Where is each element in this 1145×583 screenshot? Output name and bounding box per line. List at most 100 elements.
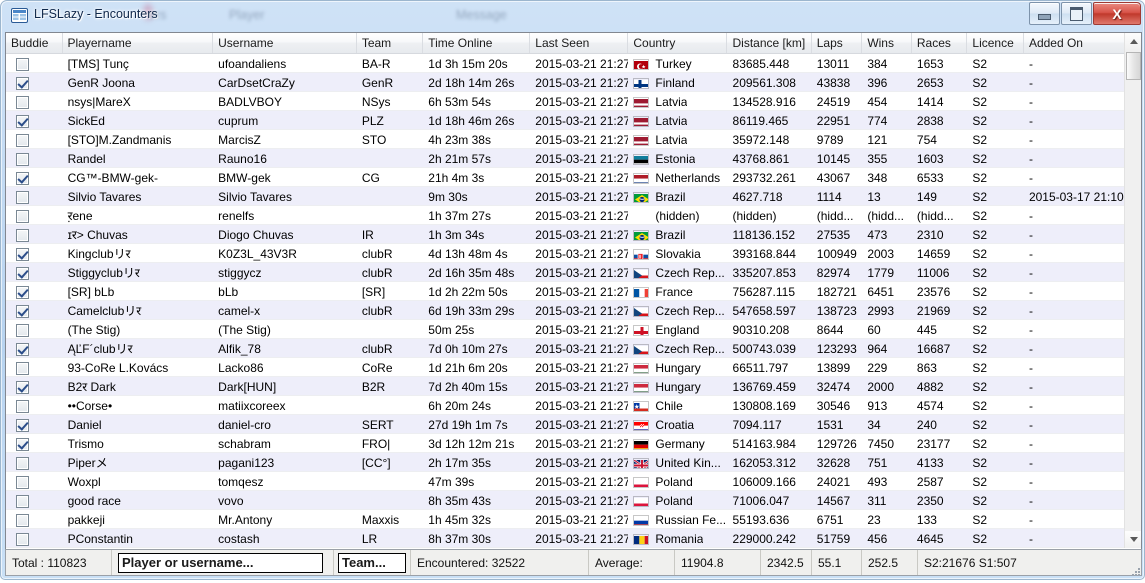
table-row[interactable]: [SR] bLb bLb [SR] 1d 2h 22m 50s 2015-03-21 2… — [6, 282, 1126, 301]
table-row[interactable]: Trismo schabram FRO| 3d 12h 12m 21s 2015-03-… — [6, 434, 1126, 453]
table-row[interactable]: र̣ene renelfs 1h 37m 27s 2015-03-21 21:27 (h… — [6, 206, 1126, 225]
column-header-time[interactable]: Time Online — [423, 33, 531, 53]
minimize-button[interactable] — [1029, 2, 1060, 25]
table-row[interactable]: GenR Joona CarDsetCraZy GenR 2d 18h 14m 26s… — [6, 73, 1126, 92]
flag-icon — [633, 495, 650, 507]
cell-player: Camelclubリर — [67, 304, 142, 318]
column-header-user[interactable]: Username — [213, 33, 357, 53]
column-header-races[interactable]: Races — [912, 33, 968, 53]
column-header-laps[interactable]: Laps — [812, 33, 863, 53]
table-row[interactable]: CG™-BMW-gek- BMW-gek CG 21h 4m 3s 2015-03-21… — [6, 168, 1126, 187]
buddy-checkbox[interactable] — [16, 475, 29, 489]
buddy-checkbox[interactable] — [16, 95, 29, 109]
buddy-checkbox[interactable] — [16, 418, 29, 432]
table-row[interactable]: nsys|MareX BADLVBOY NSys 6h 53m 54s 2015-03-… — [6, 92, 1126, 111]
scrollbar-thumb[interactable] — [1126, 52, 1141, 80]
cell-races: 2587 — [916, 475, 944, 489]
buddy-checkbox[interactable] — [16, 342, 29, 356]
table-row[interactable]: Woxpl tomqesz 47m 39s 2015-03-21 21:27 Polan… — [6, 472, 1126, 491]
country-cell: Croatia — [628, 415, 727, 433]
cell-races: 1653 — [916, 57, 944, 71]
vertical-scrollbar[interactable] — [1124, 33, 1141, 548]
buddy-checkbox[interactable] — [16, 323, 29, 337]
cell-team — [357, 320, 423, 338]
table-row[interactable]: [STO]M.Zandmanis MarcisZ STO 4h 23m 38s 2015… — [6, 130, 1126, 149]
column-header-wins[interactable]: Wins — [862, 33, 912, 53]
country-name: Brazil — [655, 190, 686, 204]
buddy-checkbox[interactable] — [16, 190, 29, 204]
column-header-team[interactable]: Team — [357, 33, 424, 53]
column-header-lic[interactable]: Licence — [967, 33, 1024, 53]
buddy-checkbox[interactable] — [16, 266, 29, 280]
table-row[interactable]: pakkeji Mr.Antony Maxxis 1h 45m 32s 2015-03-… — [6, 510, 1126, 529]
cell-races: 4574 — [916, 399, 944, 413]
buddy-checkbox[interactable] — [16, 247, 29, 261]
resize-grip[interactable] — [1128, 564, 1142, 578]
cell-wins: 60 — [867, 323, 881, 337]
flag-icon — [633, 248, 650, 260]
buddy-checkbox[interactable] — [16, 456, 29, 470]
average-races: 252.5 — [862, 550, 918, 575]
country-cell: Chile — [628, 396, 727, 414]
arrow-up-icon — [1129, 39, 1138, 44]
cell-seen: 2015-03-21 21:27 — [535, 190, 629, 204]
column-header-player[interactable]: Playername — [63, 33, 214, 53]
encountered-label: Encountered: 32522 — [411, 550, 589, 575]
close-button[interactable]: X — [1093, 2, 1141, 25]
buddy-checkbox[interactable] — [16, 361, 29, 375]
team-filter-input[interactable]: Team... — [338, 552, 406, 573]
table-row[interactable]: SickEd cuprum PLZ 1d 18h 46m 26s 2015-03-21 … — [6, 111, 1126, 130]
table-row[interactable]: good race vovo 8h 35m 43s 2015-03-21 21:27 P… — [6, 491, 1126, 510]
table-row[interactable]: Daniel daniel-cro SERT 27d 19h 1m 7s 2015-03… — [6, 415, 1126, 434]
buddy-checkbox[interactable] — [16, 228, 29, 242]
column-header-country[interactable]: Country — [628, 33, 728, 53]
table-row[interactable]: B2र Dark Dark[HUN] B2R 7d 2h 40m 15s 2015-03… — [6, 377, 1126, 396]
table-row[interactable]: ĄĽF´clubリर Alfik_78 clubR 7d 0h 10m 27s 2015… — [6, 339, 1126, 358]
buddy-checkbox-cell — [6, 301, 63, 319]
buddy-checkbox[interactable] — [16, 152, 29, 166]
buddy-checkbox-cell — [6, 111, 63, 129]
table-row[interactable]: (The Stig) (The Stig) 50m 25s 2015-03-21 21… — [6, 320, 1126, 339]
cell-added: - — [1028, 494, 1033, 508]
cell-lic: S2 — [972, 190, 988, 204]
buddy-checkbox[interactable] — [16, 133, 29, 147]
table-row[interactable]: Silvio Tavares Silvio Tavares 9m 30s 2015-0… — [6, 187, 1126, 206]
table-row[interactable]: Piperメ pagani123 [CC°] 2h 17m 35s 2015-03-21… — [6, 453, 1126, 472]
buddy-checkbox[interactable] — [16, 171, 29, 185]
table-row[interactable]: Randel Rauno16 2h 21m 57s 2015-03-21 21:27 E… — [6, 149, 1126, 168]
cell-added: - — [1028, 513, 1033, 527]
scroll-up-button[interactable] — [1125, 33, 1141, 50]
column-header-dist[interactable]: Distance [km] — [727, 33, 812, 53]
title-bar[interactable]: LFSLazy - Encounters ers Player Message … — [1, 1, 1145, 32]
column-header-seen[interactable]: Last Seen — [530, 33, 629, 53]
search-input[interactable]: Player or username... — [118, 552, 323, 573]
table-row[interactable]: PConstantin costash LR 8h 37m 30s 2015-03-21… — [6, 529, 1126, 548]
table-row[interactable]: [TMS] Tunç ufoandaliens BA-R 1d 3h 15m 20s 2… — [6, 54, 1126, 73]
table-row[interactable]: Kingclubリर K0Z3L_43V3R clubR 4d 13h 48m 4s 2… — [6, 244, 1126, 263]
buddy-checkbox[interactable] — [16, 513, 29, 527]
cell-lic: S2 — [972, 513, 988, 527]
column-header-buddie[interactable]: Buddie — [6, 33, 63, 53]
scroll-down-button[interactable] — [1125, 531, 1141, 548]
buddy-checkbox[interactable] — [16, 532, 29, 546]
buddy-checkbox[interactable] — [16, 209, 29, 223]
buddy-checkbox[interactable] — [16, 399, 29, 413]
buddy-checkbox[interactable] — [16, 285, 29, 299]
buddy-checkbox-cell — [6, 149, 63, 167]
buddy-checkbox[interactable] — [16, 437, 29, 451]
table-row[interactable]: Stiggyclubリर stiggycz clubR 2d 16h 35m 48s 2… — [6, 263, 1126, 282]
buddy-checkbox[interactable] — [16, 494, 29, 508]
buddy-checkbox[interactable] — [16, 114, 29, 128]
table-row[interactable]: 93-CoRe L.Kovács Lacko86 CoRe 1d 21h 6m 20s… — [6, 358, 1126, 377]
buddy-checkbox-cell — [6, 415, 63, 433]
column-header-added[interactable]: Added On — [1024, 33, 1126, 53]
buddy-checkbox[interactable] — [16, 380, 29, 394]
table-row[interactable]: Camelclubリर camel-x clubR 6d 19h 33m 29s 201… — [6, 301, 1126, 320]
maximize-button[interactable] — [1061, 2, 1092, 25]
buddy-checkbox[interactable] — [16, 57, 29, 71]
table-row[interactable]: ɪर> Chuvas Diogo Chuvas IR 1h 3m 34s 2015-03… — [6, 225, 1126, 244]
cell-lic: S2 — [972, 304, 988, 318]
table-row[interactable]: ••Corse• matiixcoreex 6h 20m 24s 2015-03-21… — [6, 396, 1126, 415]
buddy-checkbox[interactable] — [16, 76, 29, 90]
buddy-checkbox[interactable] — [16, 304, 29, 318]
